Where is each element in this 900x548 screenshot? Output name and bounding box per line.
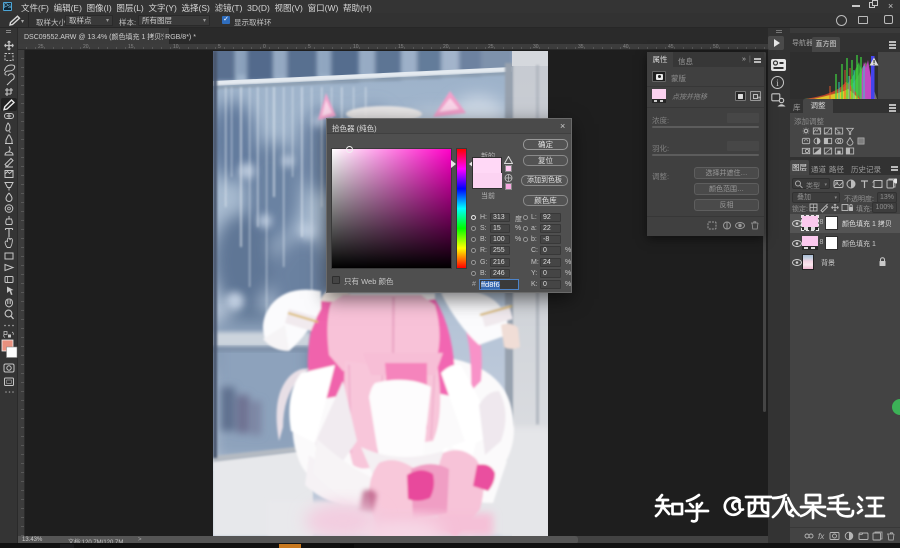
svg-text:fx: fx [818, 532, 825, 541]
